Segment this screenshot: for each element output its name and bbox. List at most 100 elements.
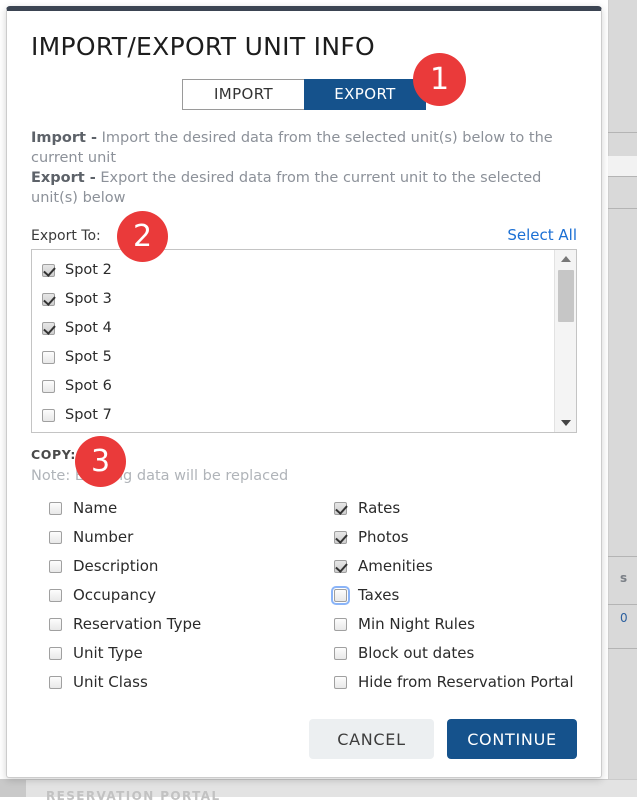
copy-option[interactable]: Unit Type (49, 639, 334, 668)
checkbox-unit-class[interactable] (49, 676, 62, 689)
background-bottom-label: RESERVATION PORTAL (46, 789, 221, 803)
unit-list: Spot 2 Spot 3 Spot 4 Spot 5 Spot 6 Spot 7 (32, 250, 554, 432)
background-divider (608, 604, 637, 605)
unit-listbox[interactable]: Spot 2 Spot 3 Spot 4 Spot 5 Spot 6 Spot 7 (31, 249, 577, 433)
checkbox-occupancy[interactable] (49, 589, 62, 602)
checkbox-spot-7[interactable] (42, 409, 55, 422)
option-label: Spot 3 (65, 291, 112, 307)
copy-option[interactable]: Amenities (334, 552, 577, 581)
option-label: Photos (358, 528, 409, 546)
checkbox-amenities[interactable] (334, 560, 347, 573)
export-term: Export - (31, 170, 96, 186)
checkbox-spot-4[interactable] (42, 322, 55, 335)
step-badge-3: 3 (75, 436, 126, 487)
checkbox-spot-6[interactable] (42, 380, 55, 393)
checkbox-reservation-type[interactable] (49, 618, 62, 631)
checkbox-number[interactable] (49, 531, 62, 544)
copy-option[interactable]: Number (49, 523, 334, 552)
import-term: Import - (31, 130, 97, 146)
option-label: Spot 7 (65, 407, 112, 423)
option-label: Occupancy (73, 586, 156, 604)
copy-option[interactable]: Photos (334, 523, 577, 552)
triangle-up-icon (561, 256, 571, 262)
export-description: Export the desired data from the current… (31, 170, 541, 206)
copy-option[interactable]: Hide from Reservation Portal (334, 668, 577, 697)
copy-options-left-column: Name Number Description Occupancy Reservatio… (49, 494, 334, 697)
background-divider (608, 176, 637, 177)
option-label: Reservation Type (73, 615, 201, 633)
copy-option[interactable]: Occupancy (49, 581, 334, 610)
checkbox-unit-type[interactable] (49, 647, 62, 660)
background-divider (608, 132, 637, 133)
checkbox-description[interactable] (49, 560, 62, 573)
checkbox-taxes[interactable] (334, 589, 347, 602)
copy-options-right-column: Rates Photos Amenities Taxes Min Night Rules… (334, 494, 577, 697)
export-to-label: Export To: (31, 228, 101, 244)
checkbox-photos[interactable] (334, 531, 347, 544)
background-text-fragment-s: s (620, 571, 628, 585)
mode-description: Import - Import the desired data from th… (31, 128, 577, 208)
option-label: Min Night Rules (358, 615, 475, 633)
option-label: Rates (358, 499, 400, 517)
step-badge-2: 2 (117, 211, 168, 262)
listbox-scrollbar[interactable] (554, 250, 576, 432)
background-divider (608, 648, 637, 649)
cancel-button[interactable]: CANCEL (309, 719, 434, 759)
copy-option[interactable]: Rates (334, 494, 577, 523)
list-item[interactable]: Spot 5 (42, 343, 554, 372)
checkbox-spot-2[interactable] (42, 264, 55, 277)
copy-options-grid: Name Number Description Occupancy Reservatio… (31, 494, 577, 697)
checkbox-min-night-rules[interactable] (334, 618, 347, 631)
copy-option[interactable]: Unit Class (49, 668, 334, 697)
checkbox-name[interactable] (49, 502, 62, 515)
option-label: Spot 2 (65, 262, 112, 278)
triangle-down-icon (561, 420, 571, 426)
checkbox-hide-from-reservation-portal[interactable] (334, 676, 347, 689)
list-item[interactable]: Spot 7 (42, 401, 554, 430)
option-label: Spot 4 (65, 320, 112, 336)
checkbox-block-out-dates[interactable] (334, 647, 347, 660)
copy-option[interactable]: Taxes (334, 581, 577, 610)
scrollbar-thumb[interactable] (558, 270, 574, 322)
list-item[interactable]: Spot 2 (42, 256, 554, 285)
checkbox-spot-5[interactable] (42, 351, 55, 364)
option-label: Number (73, 528, 133, 546)
import-export-modal: IMPORT/EXPORT UNIT INFO IMPORT EXPORT Im… (6, 6, 602, 778)
page-title: IMPORT/EXPORT UNIT INFO (31, 33, 577, 61)
option-label: Unit Class (73, 673, 148, 691)
option-label: Spot 5 (65, 349, 112, 365)
background-gap (608, 156, 637, 176)
scroll-down-button[interactable] (555, 414, 577, 432)
list-item[interactable]: Spot 6 (42, 372, 554, 401)
list-item[interactable]: Spot 4 (42, 314, 554, 343)
option-label: Description (73, 557, 158, 575)
option-label: Name (73, 499, 117, 517)
option-label: Block out dates (358, 644, 474, 662)
list-item[interactable]: Spot 3 (42, 285, 554, 314)
import-description: Import the desired data from the selecte… (31, 130, 553, 166)
select-all-link[interactable]: Select All (507, 226, 577, 244)
tab-export[interactable]: EXPORT (304, 79, 426, 110)
tab-bar: IMPORT EXPORT (31, 79, 577, 110)
background-side-panel (608, 0, 637, 797)
option-label: Hide from Reservation Portal (358, 673, 574, 691)
copy-option[interactable]: Name (49, 494, 334, 523)
step-badge-1: 1 (413, 53, 466, 106)
copy-option[interactable]: Description (49, 552, 334, 581)
option-label: Taxes (358, 586, 399, 604)
continue-button[interactable]: CONTINUE (447, 719, 577, 759)
scroll-up-button[interactable] (555, 250, 577, 268)
checkbox-rates[interactable] (334, 502, 347, 515)
copy-option[interactable]: Reservation Type (49, 610, 334, 639)
copy-option[interactable]: Block out dates (334, 639, 577, 668)
checkbox-spot-3[interactable] (42, 293, 55, 306)
background-divider (608, 208, 637, 209)
background-text-fragment-zero: 0 (620, 611, 628, 625)
tab-import[interactable]: IMPORT (182, 79, 304, 110)
background-divider (608, 556, 637, 557)
option-label: Unit Type (73, 644, 143, 662)
copy-option[interactable]: Min Night Rules (334, 610, 577, 639)
modal-footer: CANCEL CONTINUE (309, 719, 577, 759)
export-to-header: Export To: Select All (31, 226, 577, 244)
option-label: Spot 6 (65, 378, 112, 394)
